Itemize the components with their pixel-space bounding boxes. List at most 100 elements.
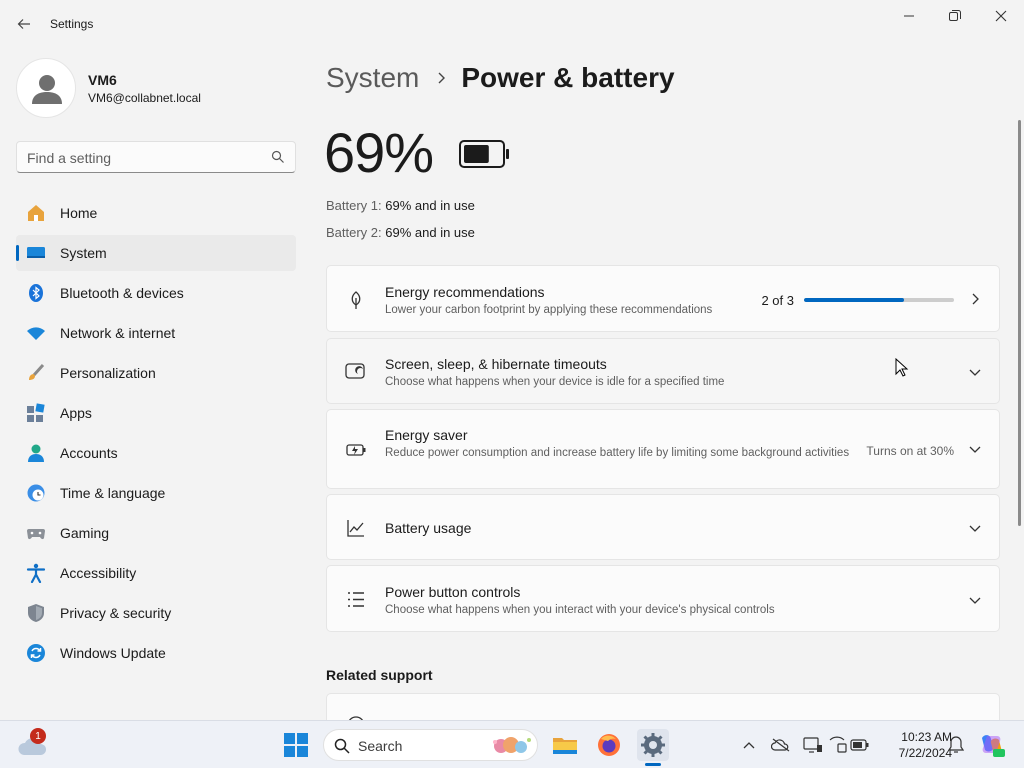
energy-saver-status: Turns on at 30% [866, 444, 954, 458]
network-icon[interactable] [828, 735, 848, 755]
sidebar-item-accounts[interactable]: Accounts [16, 435, 296, 471]
back-arrow-icon [17, 19, 30, 29]
taskbar-clock[interactable]: 10:23 AM 7/22/2024 [876, 729, 952, 761]
user-profile[interactable]: VM6 VM6@collabnet.local [16, 58, 296, 118]
update-icon [26, 643, 46, 663]
sidebar-item-label: Accessibility [60, 565, 137, 581]
sidebar-item-label: Privacy & security [60, 605, 172, 621]
card-subtitle: Lower your carbon footprint by applying … [385, 304, 713, 316]
sidebar-item-bluetooth[interactable]: Bluetooth & devices [16, 275, 296, 311]
leaf-icon [345, 289, 367, 311]
search-highlight-icon [489, 734, 533, 763]
app-title: Settings [50, 17, 94, 31]
sidebar-item-network[interactable]: Network & internet [16, 315, 296, 351]
breadcrumb-parent[interactable]: System [326, 62, 419, 94]
sidebar-item-privacy-security[interactable]: Privacy & security [16, 595, 296, 631]
firefox-button[interactable] [593, 729, 625, 761]
card-title: Battery usage [385, 520, 472, 536]
battery-1-label: Battery 1: [326, 198, 382, 213]
chevron-up-icon [743, 742, 755, 749]
settings-app-button[interactable] [637, 729, 669, 761]
vertical-scrollbar[interactable] [1018, 120, 1021, 526]
active-app-indicator [645, 763, 661, 766]
screen-sleep-icon [345, 361, 367, 383]
sidebar-item-label: System [60, 245, 107, 261]
sidebar-item-label: Windows Update [60, 645, 166, 661]
chevron-down-icon [967, 592, 983, 608]
sidebar-item-label: Gaming [60, 525, 110, 541]
clock-time: 10:23 AM [901, 730, 952, 744]
user-name: VM6 [88, 72, 117, 88]
battery-2-value: 69% and in use [385, 225, 475, 240]
close-button[interactable] [978, 0, 1024, 32]
page-title: Power & battery [461, 62, 675, 93]
battery-tray-icon[interactable] [850, 735, 870, 755]
display-icon[interactable] [803, 735, 823, 755]
card-subtitle: Choose what happens when your device is … [385, 376, 725, 388]
show-hidden-icons-button[interactable] [739, 735, 759, 755]
search-icon [334, 738, 350, 759]
folder-icon [553, 738, 577, 754]
minimize-icon [904, 15, 914, 17]
search-input[interactable]: Find a setting [16, 141, 296, 173]
sidebar-item-home[interactable]: Home [16, 195, 296, 231]
sidebar-item-time-language[interactable]: Time & language [16, 475, 296, 511]
sidebar-nav: Home System Bluetooth & devices Network … [16, 195, 296, 675]
clock-globe-icon [26, 483, 46, 503]
clock-date: 7/22/2024 [898, 746, 952, 760]
energy-saver-icon [345, 439, 367, 461]
taskbar-search-box[interactable]: Search [323, 729, 538, 761]
minimize-button[interactable] [886, 0, 932, 32]
sidebar-item-label: Network & internet [60, 325, 176, 341]
user-email: VM6@collabnet.local [88, 91, 201, 105]
sidebar-item-windows-update[interactable]: Windows Update [16, 635, 296, 671]
battery-1-status: Battery 1: 69% and in use [326, 198, 475, 213]
apps-icon [26, 403, 46, 423]
brush-icon [26, 363, 46, 383]
sidebar-item-label: Accounts [60, 445, 118, 461]
restore-button[interactable] [932, 0, 978, 32]
battery-usage-card[interactable]: Battery usage [326, 494, 1000, 560]
wifi-icon [26, 323, 46, 343]
sidebar-item-gaming[interactable]: Gaming [16, 515, 296, 551]
sidebar-item-system[interactable]: System [16, 235, 296, 271]
battery-2-status: Battery 2: 69% and in use [326, 225, 475, 240]
sidebar-item-label: Personalization [60, 365, 156, 381]
mouse-cursor-icon [895, 358, 909, 377]
battery-percentage: 69% [324, 121, 434, 184]
card-subtitle: Reduce power consumption and increase ba… [385, 447, 850, 459]
card-title: Power button controls [385, 584, 521, 600]
sidebar-item-apps[interactable]: Apps [16, 395, 296, 431]
avatar [16, 58, 76, 118]
battery-icon [459, 140, 509, 168]
notification-badge: 1 [30, 728, 46, 744]
copilot-button[interactable] [976, 729, 1008, 761]
notifications-bell-icon[interactable] [946, 735, 966, 755]
power-button-controls-card[interactable]: Power button controls Choose what happen… [326, 565, 1000, 632]
related-support-heading: Related support [326, 667, 433, 683]
energy-saver-card[interactable]: Energy saver Reduce power consumption an… [326, 409, 1000, 489]
start-button[interactable] [284, 733, 308, 757]
sidebar-item-label: Bluetooth & devices [60, 285, 184, 301]
energy-recommendations-card[interactable]: Energy recommendations Lower your carbon… [326, 265, 1000, 332]
cloud-sync-off-icon[interactable] [771, 735, 791, 755]
close-icon [995, 10, 1007, 22]
sidebar-item-accessibility[interactable]: Accessibility [16, 555, 296, 591]
shield-icon [26, 603, 46, 623]
taskbar: 1 Search 10:23 AM 7/22/2024 [0, 720, 1024, 768]
sidebar-item-label: Apps [60, 405, 92, 421]
card-subtitle: Choose what happens when you interact wi… [385, 604, 775, 616]
sidebar-item-personalization[interactable]: Personalization [16, 355, 296, 391]
card-title: Energy saver [385, 427, 468, 443]
chevron-down-icon [967, 441, 983, 457]
recommendations-progress-text: 2 of 3 [761, 293, 794, 308]
recommendations-progress-bar [804, 298, 954, 302]
screen-sleep-hibernate-card[interactable]: Screen, sleep, & hibernate timeouts Choo… [326, 338, 1000, 404]
firefox-icon [598, 734, 620, 756]
back-button[interactable] [12, 12, 36, 36]
taskbar-search-label: Search [358, 738, 403, 754]
bluetooth-icon [26, 283, 46, 303]
file-explorer-button[interactable] [549, 729, 581, 761]
breadcrumb: System Power & battery [326, 58, 675, 98]
gamepad-icon [26, 523, 46, 543]
